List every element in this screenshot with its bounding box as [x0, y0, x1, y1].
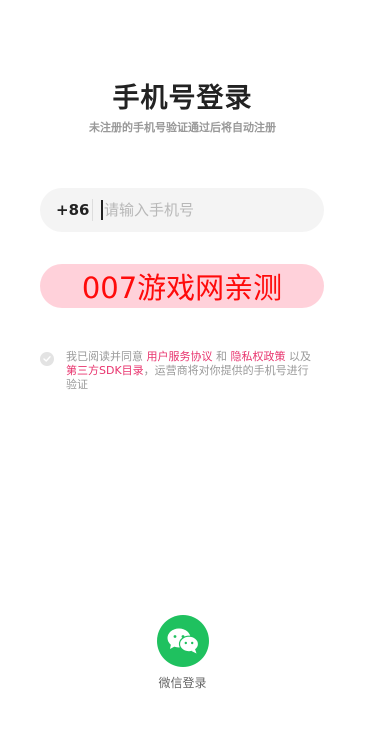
agreement-text: 我已阅读并同意 用户服务协议 和 隐私权政策 以及 第三方SDK目录，运营商将对… [66, 350, 316, 392]
login-button[interactable]: 007游戏网亲测 [40, 264, 324, 308]
agreement-and: 和 [212, 350, 231, 363]
phone-input[interactable] [104, 201, 284, 219]
wechat-login-button[interactable] [156, 615, 209, 667]
text-caret [101, 200, 103, 220]
agreement-and2: 以及 [285, 350, 311, 363]
user-agreement-link[interactable]: 用户服务协议 [147, 350, 213, 363]
country-code-selector[interactable]: +86 [40, 201, 96, 219]
page-subtitle: 未注册的手机号验证通过后将自动注册 [89, 121, 276, 134]
login-page: 手机号登录 未注册的手机号验证通过后将自动注册 +86 007游戏网亲测 我已阅… [0, 0, 365, 750]
sdk-list-link[interactable]: 第三方SDK目录 [66, 364, 144, 377]
login-button-label: 007游戏网亲测 [81, 271, 283, 305]
phone-input-row[interactable]: +86 [40, 188, 324, 232]
agreement-row: 我已阅读并同意 用户服务协议 和 隐私权政策 以及 第三方SDK目录，运营商将对… [40, 350, 330, 392]
wechat-login-label: 微信登录 [158, 676, 207, 690]
check-icon [43, 356, 51, 362]
wechat-icon [167, 628, 199, 654]
page-title: 手机号登录 [112, 83, 253, 114]
agreement-prefix: 我已阅读并同意 [66, 350, 147, 363]
wechat-login: 微信登录 [0, 615, 365, 691]
privacy-policy-link[interactable]: 隐私权政策 [231, 350, 286, 363]
phone-input-wrapper [93, 188, 324, 232]
agreement-checkbox[interactable] [40, 352, 54, 366]
